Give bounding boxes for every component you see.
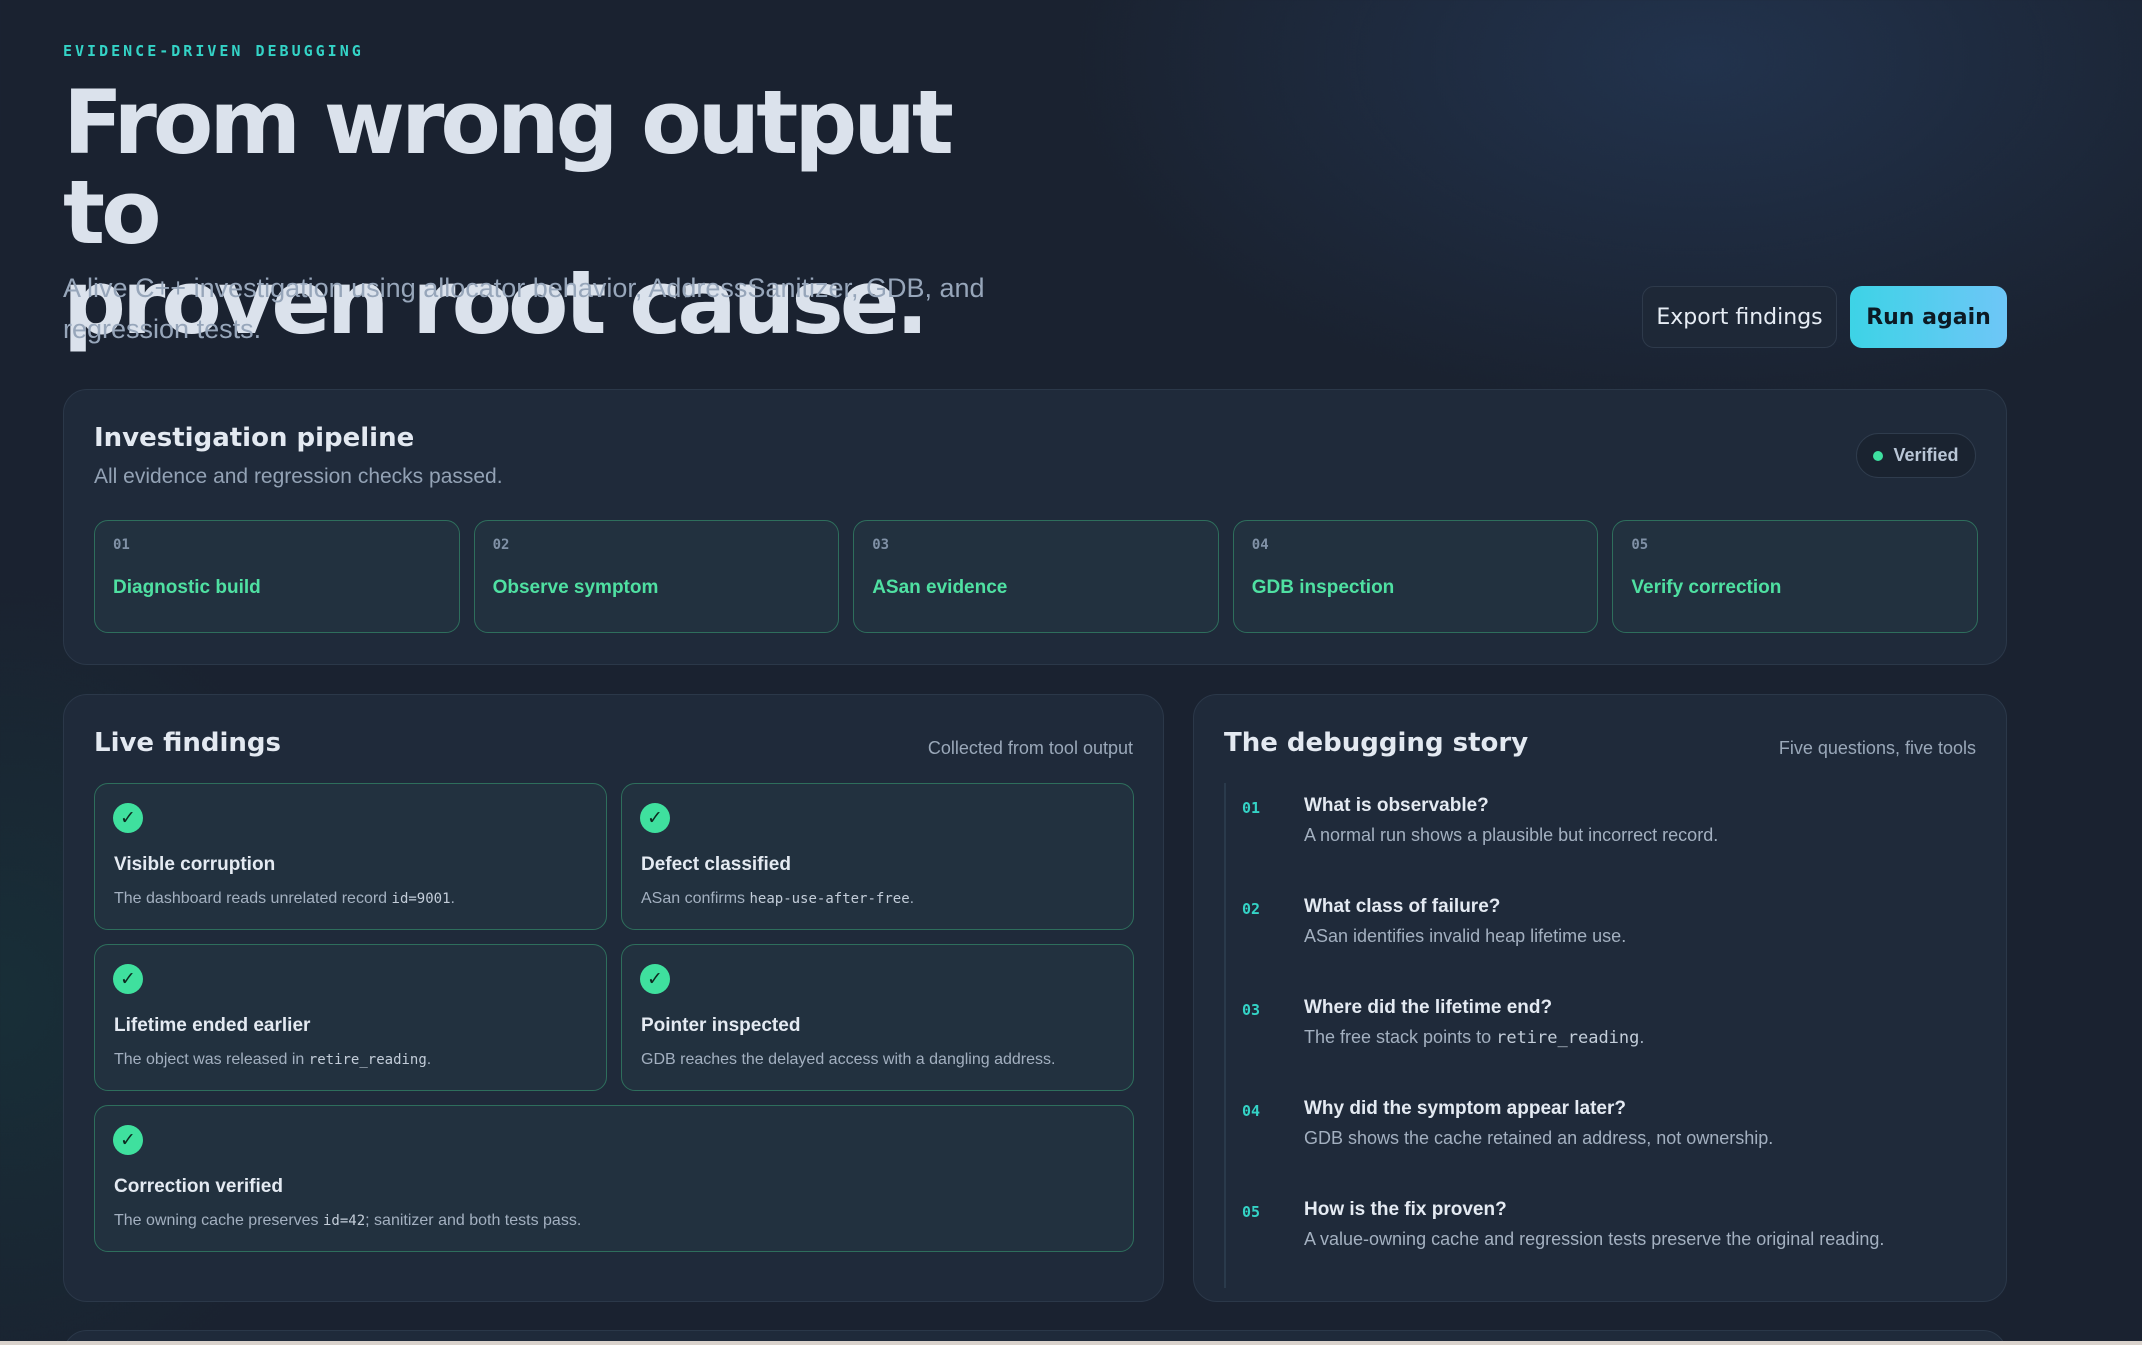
story-number: 05 — [1242, 1203, 1261, 1221]
story-question: What is observable? — [1304, 795, 1489, 816]
story-meta: Five questions, five tools — [1778, 738, 1976, 758]
pipeline-subtitle: All evidence and regression checks passe… — [94, 465, 503, 488]
story-title: The debugging story — [1224, 728, 1529, 758]
step-number: 05 — [1631, 537, 1649, 553]
story-list: 01 What is observable? A normal run show… — [1224, 783, 1978, 1288]
step-label: Diagnostic build — [113, 577, 261, 598]
finding-description: The object was released in retire_readin… — [114, 1051, 432, 1068]
finding-title: Pointer inspected — [641, 1015, 801, 1036]
check-icon: ✓ — [113, 803, 143, 833]
page-subtitle: A live C++ investigation using allocator… — [63, 273, 985, 344]
check-icon: ✓ — [113, 964, 143, 994]
step-label: ASan evidence — [872, 577, 1008, 598]
story-answer: A normal run shows a plausible but incor… — [1304, 825, 1719, 845]
finding-description: GDB reaches the delayed access with a da… — [641, 1051, 1056, 1068]
step-number: 01 — [113, 537, 130, 553]
hero-actions: Export findings Run again — [1642, 286, 2007, 348]
investigation-pipeline-panel: Investigation pipeline All evidence and … — [63, 389, 2007, 665]
pipeline-steps: 01 Diagnostic build 02 Observe symptom 0… — [94, 520, 1978, 633]
findings-title: Live findings — [94, 728, 282, 758]
story-number: 03 — [1242, 1001, 1261, 1019]
findings-meta: Collected from tool output — [927, 738, 1133, 758]
check-icon: ✓ — [640, 964, 670, 994]
pipeline-step-verify-correction[interactable]: 05 Verify correction — [1612, 520, 1978, 633]
finding-title: Defect classified — [641, 854, 791, 875]
debugging-story-panel: The debugging story Five questions, five… — [1193, 694, 2007, 1302]
story-answer: The free stack points to retire_reading. — [1304, 1027, 1645, 1048]
export-findings-button[interactable]: Export findings — [1642, 286, 1837, 348]
finding-description: The dashboard reads unrelated record id=… — [114, 890, 455, 907]
finding-description: ASan confirms heap-use-after-free. — [641, 890, 915, 907]
page-title-line-1: From wrong output to — [63, 71, 954, 264]
story-question: How is the fix proven? — [1304, 1199, 1507, 1220]
story-number: 04 — [1242, 1102, 1261, 1120]
run-again-button[interactable]: Run again — [1850, 286, 2007, 348]
story-item: 02 What class of failure? ASan identifie… — [1224, 884, 1978, 985]
finding-title: Lifetime ended earlier — [114, 1015, 311, 1036]
check-icon: ✓ — [113, 1125, 143, 1155]
step-number: 02 — [492, 537, 510, 553]
story-question: Where did the lifetime end? — [1304, 997, 1553, 1018]
finding-title: Correction verified — [114, 1176, 283, 1197]
finding-card-pointer-inspected: ✓ Pointer inspected GDB reaches the dela… — [621, 944, 1134, 1091]
finding-card-lifetime-ended: ✓ Lifetime ended earlier The object was … — [94, 944, 607, 1091]
step-label: GDB inspection — [1251, 577, 1395, 598]
story-answer: ASan identifies invalid heap lifetime us… — [1304, 926, 1627, 946]
finding-card-defect-classified: ✓ Defect classified ASan confirms heap-u… — [621, 783, 1134, 930]
step-number: 03 — [872, 537, 890, 553]
pipeline-step-observe-symptom[interactable]: 02 Observe symptom — [473, 520, 840, 633]
finding-description: The owning cache preserves id=42; saniti… — [114, 1212, 582, 1229]
status-badge-label: Verified — [1893, 445, 1959, 465]
step-number: 04 — [1251, 537, 1269, 553]
story-question: What class of failure? — [1304, 896, 1501, 917]
story-item: 04 Why did the symptom appear later? GDB… — [1224, 1086, 1978, 1187]
finding-card-correction-verified: ✓ Correction verified The owning cache p… — [94, 1105, 1134, 1252]
status-badge: Verified — [1856, 433, 1976, 478]
pipeline-title: Investigation pipeline — [94, 423, 415, 453]
bottom-divider — [0, 1341, 2142, 1345]
check-icon: ✓ — [640, 803, 670, 833]
story-item: 05 How is the fix proven? A value-owning… — [1224, 1187, 1978, 1288]
step-label: Verify correction — [1631, 577, 1782, 598]
story-item: 01 What is observable? A normal run show… — [1224, 783, 1978, 884]
finding-title: Visible corruption — [114, 854, 276, 875]
eyebrow-label: EVIDENCE-DRIVEN DEBUGGING — [63, 42, 364, 60]
story-answer: GDB shows the cache retained an address,… — [1304, 1128, 1774, 1148]
step-label: Observe symptom — [492, 577, 659, 598]
pipeline-step-gdb-inspection[interactable]: 04 GDB inspection — [1232, 520, 1599, 633]
pipeline-step-diagnostic-build[interactable]: 01 Diagnostic build — [94, 520, 460, 633]
finding-card-visible-corruption: ✓ Visible corruption The dashboard reads… — [94, 783, 607, 930]
status-dot-icon — [1873, 450, 1884, 461]
live-findings-panel: Live findings Collected from tool output… — [63, 694, 1164, 1302]
findings-cards: ✓ Visible corruption The dashboard reads… — [94, 783, 1134, 1252]
story-question: Why did the symptom appear later? — [1304, 1098, 1626, 1119]
story-number: 01 — [1242, 799, 1261, 817]
story-answer: A value-owning cache and regression test… — [1304, 1229, 1885, 1249]
pipeline-step-asan-evidence[interactable]: 03 ASan evidence — [853, 520, 1219, 633]
story-item: 03 Where did the lifetime end? The free … — [1224, 985, 1978, 1086]
story-number: 02 — [1242, 900, 1261, 918]
